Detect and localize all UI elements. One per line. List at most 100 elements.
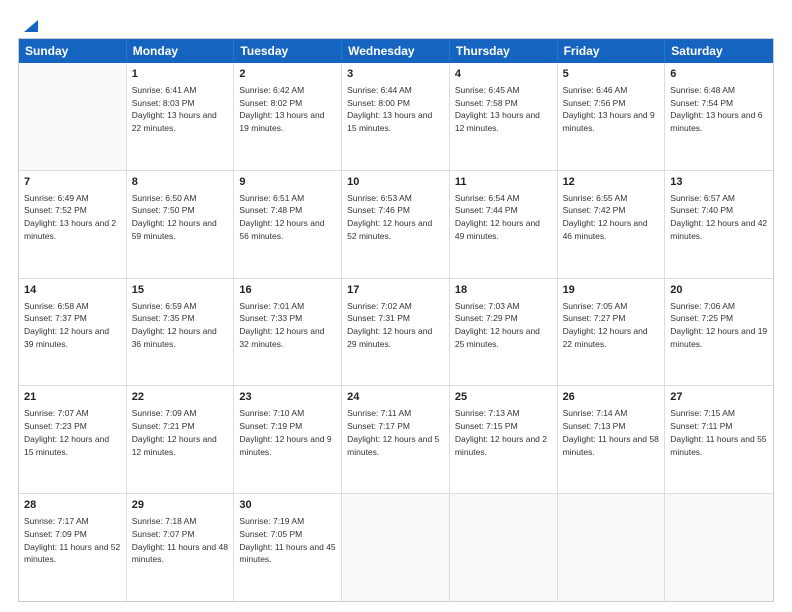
- calendar-cell: 13Sunrise: 6:57 AMSunset: 7:40 PMDayligh…: [665, 171, 773, 278]
- cell-details: Sunrise: 6:58 AMSunset: 7:37 PMDaylight:…: [24, 300, 121, 351]
- cell-details: Sunrise: 7:03 AMSunset: 7:29 PMDaylight:…: [455, 300, 552, 351]
- day-number: 21: [24, 390, 121, 406]
- calendar-cell: 12Sunrise: 6:55 AMSunset: 7:42 PMDayligh…: [558, 171, 666, 278]
- cell-details: Sunrise: 6:49 AMSunset: 7:52 PMDaylight:…: [24, 192, 121, 243]
- day-number: 28: [24, 498, 121, 514]
- calendar-row: 7Sunrise: 6:49 AMSunset: 7:52 PMDaylight…: [19, 171, 773, 279]
- cell-details: Sunrise: 6:44 AMSunset: 8:00 PMDaylight:…: [347, 84, 444, 135]
- calendar-cell: 19Sunrise: 7:05 AMSunset: 7:27 PMDayligh…: [558, 279, 666, 386]
- calendar-cell: 11Sunrise: 6:54 AMSunset: 7:44 PMDayligh…: [450, 171, 558, 278]
- day-number: 12: [563, 175, 660, 191]
- calendar-cell: 3Sunrise: 6:44 AMSunset: 8:00 PMDaylight…: [342, 63, 450, 170]
- page: SundayMondayTuesdayWednesdayThursdayFrid…: [0, 0, 792, 612]
- day-number: 24: [347, 390, 444, 406]
- cell-details: Sunrise: 6:53 AMSunset: 7:46 PMDaylight:…: [347, 192, 444, 243]
- day-number: 18: [455, 283, 552, 299]
- calendar-cell: 17Sunrise: 7:02 AMSunset: 7:31 PMDayligh…: [342, 279, 450, 386]
- calendar-cell: 15Sunrise: 6:59 AMSunset: 7:35 PMDayligh…: [127, 279, 235, 386]
- calendar-cell: [19, 63, 127, 170]
- day-number: 26: [563, 390, 660, 406]
- cell-details: Sunrise: 7:02 AMSunset: 7:31 PMDaylight:…: [347, 300, 444, 351]
- cell-details: Sunrise: 7:09 AMSunset: 7:21 PMDaylight:…: [132, 407, 229, 458]
- calendar-cell: 16Sunrise: 7:01 AMSunset: 7:33 PMDayligh…: [234, 279, 342, 386]
- calendar-cell: 14Sunrise: 6:58 AMSunset: 7:37 PMDayligh…: [19, 279, 127, 386]
- header-cell-tuesday: Tuesday: [234, 39, 342, 63]
- logo: [18, 14, 42, 32]
- cell-details: Sunrise: 7:10 AMSunset: 7:19 PMDaylight:…: [239, 407, 336, 458]
- calendar-cell: 30Sunrise: 7:19 AMSunset: 7:05 PMDayligh…: [234, 494, 342, 601]
- day-number: 23: [239, 390, 336, 406]
- calendar-row: 21Sunrise: 7:07 AMSunset: 7:23 PMDayligh…: [19, 386, 773, 494]
- day-number: 7: [24, 175, 121, 191]
- calendar-cell: 2Sunrise: 6:42 AMSunset: 8:02 PMDaylight…: [234, 63, 342, 170]
- day-number: 16: [239, 283, 336, 299]
- cell-details: Sunrise: 6:54 AMSunset: 7:44 PMDaylight:…: [455, 192, 552, 243]
- day-number: 9: [239, 175, 336, 191]
- day-number: 22: [132, 390, 229, 406]
- cell-details: Sunrise: 6:41 AMSunset: 8:03 PMDaylight:…: [132, 84, 229, 135]
- cell-details: Sunrise: 6:59 AMSunset: 7:35 PMDaylight:…: [132, 300, 229, 351]
- cell-details: Sunrise: 7:13 AMSunset: 7:15 PMDaylight:…: [455, 407, 552, 458]
- day-number: 14: [24, 283, 121, 299]
- day-number: 3: [347, 67, 444, 83]
- day-number: 19: [563, 283, 660, 299]
- cell-details: Sunrise: 6:45 AMSunset: 7:58 PMDaylight:…: [455, 84, 552, 135]
- calendar-cell: 9Sunrise: 6:51 AMSunset: 7:48 PMDaylight…: [234, 171, 342, 278]
- day-number: 2: [239, 67, 336, 83]
- calendar-cell: 28Sunrise: 7:17 AMSunset: 7:09 PMDayligh…: [19, 494, 127, 601]
- calendar-cell: 18Sunrise: 7:03 AMSunset: 7:29 PMDayligh…: [450, 279, 558, 386]
- day-number: 11: [455, 175, 552, 191]
- calendar-cell: 27Sunrise: 7:15 AMSunset: 7:11 PMDayligh…: [665, 386, 773, 493]
- cell-details: Sunrise: 7:15 AMSunset: 7:11 PMDaylight:…: [670, 407, 768, 458]
- calendar-cell: 23Sunrise: 7:10 AMSunset: 7:19 PMDayligh…: [234, 386, 342, 493]
- cell-details: Sunrise: 6:50 AMSunset: 7:50 PMDaylight:…: [132, 192, 229, 243]
- day-number: 5: [563, 67, 660, 83]
- cell-details: Sunrise: 7:14 AMSunset: 7:13 PMDaylight:…: [563, 407, 660, 458]
- calendar: SundayMondayTuesdayWednesdayThursdayFrid…: [18, 38, 774, 602]
- day-number: 29: [132, 498, 229, 514]
- header-cell-saturday: Saturday: [665, 39, 773, 63]
- cell-details: Sunrise: 7:06 AMSunset: 7:25 PMDaylight:…: [670, 300, 768, 351]
- cell-details: Sunrise: 7:01 AMSunset: 7:33 PMDaylight:…: [239, 300, 336, 351]
- day-number: 30: [239, 498, 336, 514]
- calendar-cell: [558, 494, 666, 601]
- cell-details: Sunrise: 6:42 AMSunset: 8:02 PMDaylight:…: [239, 84, 336, 135]
- cell-details: Sunrise: 7:07 AMSunset: 7:23 PMDaylight:…: [24, 407, 121, 458]
- calendar-cell: 22Sunrise: 7:09 AMSunset: 7:21 PMDayligh…: [127, 386, 235, 493]
- day-number: 10: [347, 175, 444, 191]
- header: [18, 14, 774, 32]
- calendar-cell: 1Sunrise: 6:41 AMSunset: 8:03 PMDaylight…: [127, 63, 235, 170]
- header-cell-sunday: Sunday: [19, 39, 127, 63]
- calendar-cell: [665, 494, 773, 601]
- day-number: 13: [670, 175, 768, 191]
- calendar-cell: [342, 494, 450, 601]
- day-number: 20: [670, 283, 768, 299]
- calendar-cell: 25Sunrise: 7:13 AMSunset: 7:15 PMDayligh…: [450, 386, 558, 493]
- day-number: 1: [132, 67, 229, 83]
- calendar-cell: 4Sunrise: 6:45 AMSunset: 7:58 PMDaylight…: [450, 63, 558, 170]
- day-number: 8: [132, 175, 229, 191]
- header-cell-monday: Monday: [127, 39, 235, 63]
- cell-details: Sunrise: 7:11 AMSunset: 7:17 PMDaylight:…: [347, 407, 444, 458]
- calendar-cell: 10Sunrise: 6:53 AMSunset: 7:46 PMDayligh…: [342, 171, 450, 278]
- cell-details: Sunrise: 6:51 AMSunset: 7:48 PMDaylight:…: [239, 192, 336, 243]
- calendar-cell: [450, 494, 558, 601]
- header-cell-wednesday: Wednesday: [342, 39, 450, 63]
- day-number: 17: [347, 283, 444, 299]
- cell-details: Sunrise: 6:55 AMSunset: 7:42 PMDaylight:…: [563, 192, 660, 243]
- calendar-cell: 8Sunrise: 6:50 AMSunset: 7:50 PMDaylight…: [127, 171, 235, 278]
- calendar-cell: 29Sunrise: 7:18 AMSunset: 7:07 PMDayligh…: [127, 494, 235, 601]
- header-cell-friday: Friday: [558, 39, 666, 63]
- day-number: 25: [455, 390, 552, 406]
- logo-icon: [20, 14, 42, 36]
- calendar-body: 1Sunrise: 6:41 AMSunset: 8:03 PMDaylight…: [19, 63, 773, 601]
- day-number: 4: [455, 67, 552, 83]
- cell-details: Sunrise: 7:17 AMSunset: 7:09 PMDaylight:…: [24, 515, 121, 566]
- calendar-cell: 5Sunrise: 6:46 AMSunset: 7:56 PMDaylight…: [558, 63, 666, 170]
- cell-details: Sunrise: 7:05 AMSunset: 7:27 PMDaylight:…: [563, 300, 660, 351]
- calendar-row: 28Sunrise: 7:17 AMSunset: 7:09 PMDayligh…: [19, 494, 773, 601]
- header-cell-thursday: Thursday: [450, 39, 558, 63]
- calendar-cell: 6Sunrise: 6:48 AMSunset: 7:54 PMDaylight…: [665, 63, 773, 170]
- cell-details: Sunrise: 7:18 AMSunset: 7:07 PMDaylight:…: [132, 515, 229, 566]
- calendar-cell: 21Sunrise: 7:07 AMSunset: 7:23 PMDayligh…: [19, 386, 127, 493]
